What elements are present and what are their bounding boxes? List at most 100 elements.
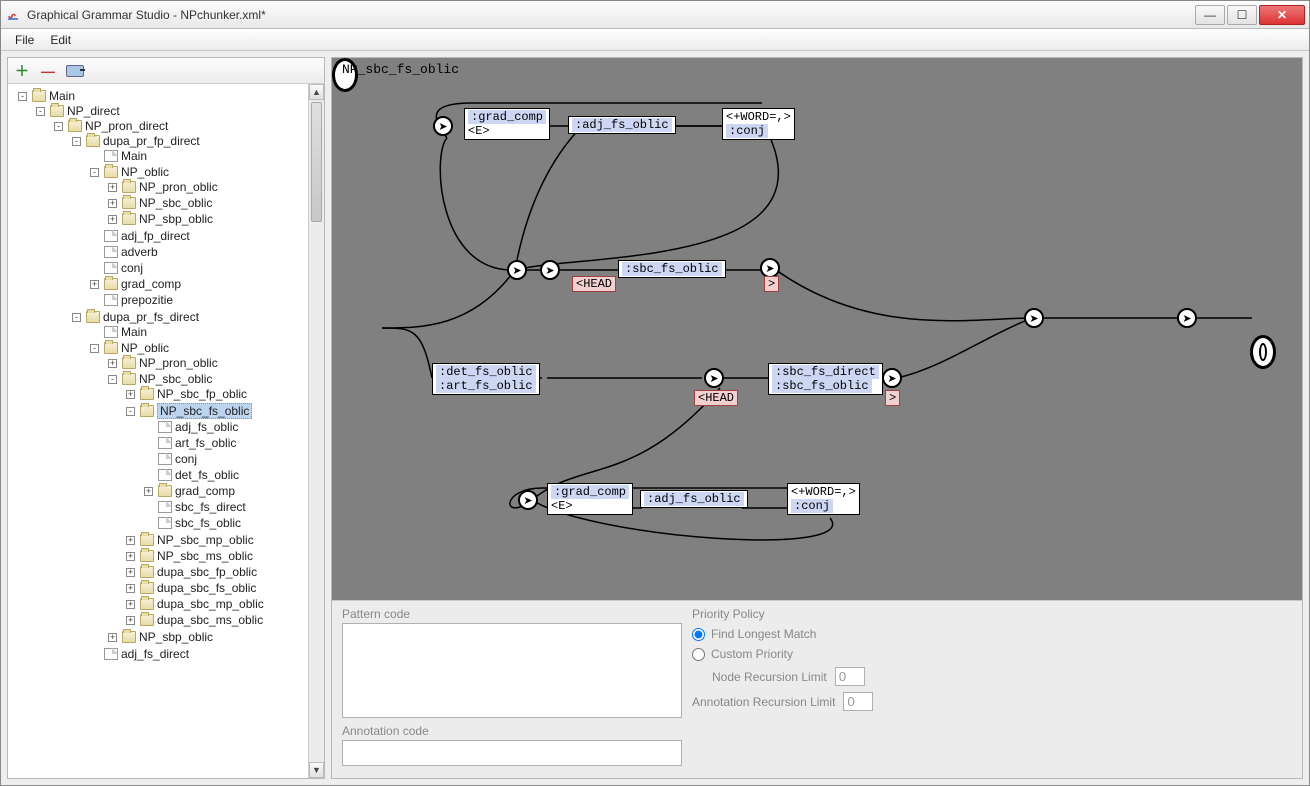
graph-node[interactable]: ➤ [507, 260, 527, 280]
graph-box-word-top[interactable]: <+WORD=,> :conj [722, 108, 795, 140]
delete-button[interactable]: — [40, 63, 56, 79]
tree-item[interactable]: NP_pron_direct [85, 119, 168, 133]
document-icon [104, 150, 118, 162]
tree-item[interactable]: NP_sbc_ms_oblic [157, 549, 253, 563]
tree-item[interactable]: NP_oblic [121, 341, 169, 355]
folder-icon [122, 181, 136, 193]
graph-node[interactable]: ➤ [760, 258, 780, 278]
tree-item[interactable]: dupa_sbc_ms_oblic [157, 613, 263, 627]
tree-item[interactable]: NP_sbc_oblic [139, 196, 212, 210]
pattern-code-input[interactable] [342, 623, 682, 718]
right-panel: NP_sbc_fs_oblic [331, 57, 1303, 779]
scroll-track[interactable] [309, 100, 324, 762]
maximize-button[interactable]: ☐ [1227, 5, 1257, 25]
annotation-code-input[interactable] [342, 740, 682, 766]
tree-item[interactable]: NP_pron_oblic [139, 356, 218, 370]
tree-item[interactable]: dupa_pr_fs_direct [103, 310, 199, 324]
graph-box-sbc-mid[interactable]: :sbc_fs_oblic [618, 260, 726, 278]
tree-item-selected[interactable]: NP_sbc_fs_oblic [157, 403, 252, 419]
scroll-thumb[interactable] [311, 102, 322, 222]
tree-item[interactable]: NP_sbc_mp_oblic [157, 533, 254, 547]
graph-box-adj-bot[interactable]: :adj_fs_oblic [640, 490, 748, 508]
document-icon [104, 246, 118, 258]
tree-item[interactable]: dupa_pr_fp_direct [103, 134, 200, 148]
tree-item[interactable]: dupa_sbc_mp_oblic [157, 597, 264, 611]
graph-node[interactable]: ➤ [1177, 308, 1197, 328]
tree-item[interactable]: NP_sbc_fp_oblic [157, 387, 247, 401]
tree-item[interactable]: grad_comp [175, 484, 235, 498]
radio-find-longest[interactable] [692, 628, 705, 641]
folder-icon [104, 342, 118, 354]
graph-box-sbc-dir[interactable]: :sbc_fs_direct :sbc_fs_oblic [768, 363, 883, 395]
graph-node[interactable]: ➤ [704, 368, 724, 388]
graph-canvas[interactable]: NP_sbc_fs_oblic [332, 58, 1302, 600]
folder-icon [68, 120, 82, 132]
folder-icon [32, 90, 46, 102]
graph-tag-head1[interactable]: <HEAD [572, 276, 616, 292]
end-node[interactable] [1250, 335, 1276, 369]
scroll-down-arrow[interactable]: ▼ [309, 762, 324, 778]
tree-view[interactable]: -Main -NP_direct -NP_pron_direct -dupa_p… [8, 84, 324, 778]
node-recursion-input[interactable] [835, 667, 865, 686]
tree-item[interactable]: NP_sbc_oblic [139, 372, 212, 386]
minimize-button[interactable]: — [1195, 5, 1225, 25]
tree-item[interactable]: conj [175, 452, 197, 466]
menu-edit[interactable]: Edit [42, 31, 79, 49]
rename-button[interactable] [66, 65, 84, 77]
document-icon [158, 453, 172, 465]
add-button[interactable]: ＋ [14, 63, 30, 79]
content: ＋ — -Main -NP_direct -NP_pron_direct -du… [1, 51, 1309, 785]
folder-icon [140, 550, 154, 562]
titlebar: Graphical Grammar Studio - NPchunker.xml… [1, 1, 1309, 29]
radio-custom-priority[interactable] [692, 648, 705, 661]
tree-item[interactable]: sbc_fs_oblic [175, 516, 241, 530]
tree-item[interactable]: NP_oblic [121, 165, 169, 179]
folder-icon [50, 105, 64, 117]
tree-item[interactable]: adverb [121, 245, 158, 259]
folder-icon [122, 213, 136, 225]
annotation-recursion-input[interactable] [843, 692, 873, 711]
tree-item[interactable]: sbc_fs_direct [175, 500, 246, 514]
tree-item[interactable]: conj [121, 261, 143, 275]
graph-node[interactable]: ➤ [1024, 308, 1044, 328]
folder-icon [122, 373, 136, 385]
document-icon [104, 230, 118, 242]
tree-item[interactable]: NP_sbp_oblic [139, 630, 213, 644]
tree-item[interactable]: grad_comp [121, 277, 181, 291]
graph-box-det[interactable]: :det_fs_oblic :art_fs_oblic [432, 363, 540, 395]
folder-icon [86, 311, 100, 323]
graph-tag-head2[interactable]: <HEAD [694, 390, 738, 406]
menu-file[interactable]: File [7, 31, 42, 49]
graph-node[interactable]: ➤ [540, 260, 560, 280]
tree-item[interactable]: Main [121, 149, 147, 163]
document-icon [158, 469, 172, 481]
graph-box-grad-top[interactable]: :grad_comp <E> [464, 108, 550, 140]
folder-icon [122, 631, 136, 643]
tree-item[interactable]: adj_fp_direct [121, 229, 190, 243]
tree-item[interactable]: prepozitie [121, 293, 173, 307]
graph-node[interactable]: ➤ [882, 368, 902, 388]
folder-icon [140, 566, 154, 578]
tree-scrollbar[interactable]: ▲ ▼ [308, 84, 324, 778]
tree-item[interactable]: art_fs_oblic [175, 436, 236, 450]
graph-node[interactable]: ➤ [518, 490, 538, 510]
tree-item[interactable]: dupa_sbc_fs_oblic [157, 581, 256, 595]
graph-box-word-bot[interactable]: <+WORD=,> :conj [787, 483, 860, 515]
graph-node[interactable]: ➤ [433, 116, 453, 136]
tree-item[interactable]: det_fs_oblic [175, 468, 239, 482]
tree-main[interactable]: Main [49, 89, 75, 103]
tree-item[interactable]: NP_sbp_oblic [139, 212, 213, 226]
tree-item[interactable]: adj_fs_direct [121, 647, 189, 661]
graph-tag-gt2[interactable]: > [885, 390, 900, 406]
tree-item[interactable]: adj_fs_oblic [175, 420, 238, 434]
tree-item[interactable]: dupa_sbc_fp_oblic [157, 565, 257, 579]
tree-item[interactable]: NP_direct [67, 104, 120, 118]
graph-box-adj-top[interactable]: :adj_fs_oblic [568, 116, 676, 134]
graph-tag-gt1[interactable]: > [764, 276, 779, 292]
scroll-up-arrow[interactable]: ▲ [309, 84, 324, 100]
graph-box-grad-bot[interactable]: :grad_comp <E> [547, 483, 633, 515]
close-button[interactable]: ✕ [1259, 5, 1305, 25]
document-icon [104, 326, 118, 338]
tree-item[interactable]: Main [121, 325, 147, 339]
tree-item[interactable]: NP_pron_oblic [139, 180, 218, 194]
